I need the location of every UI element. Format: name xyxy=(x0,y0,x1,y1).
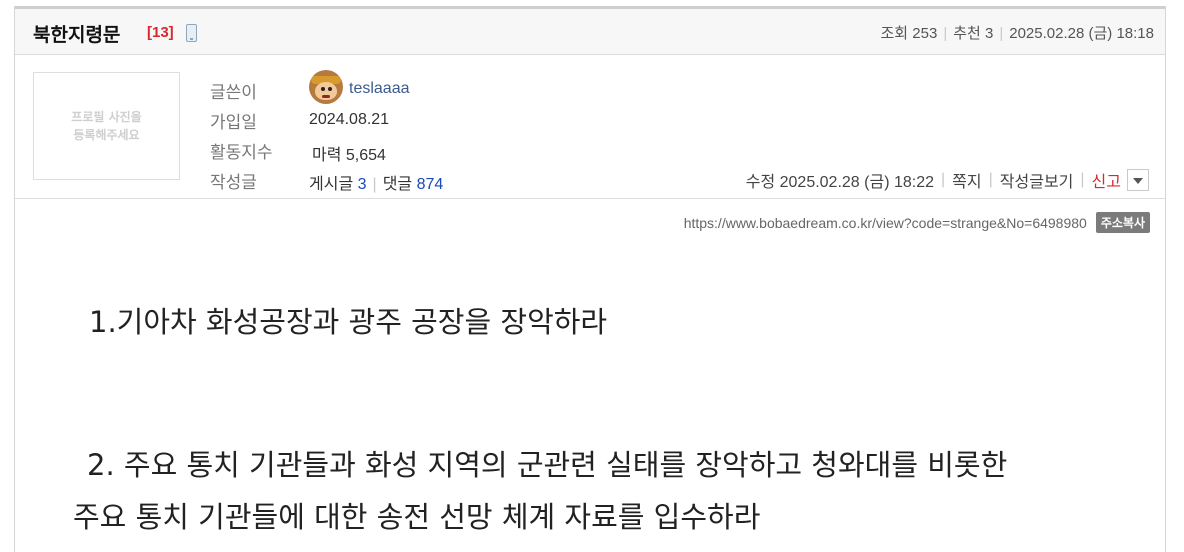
comments-label: 댓글 xyxy=(382,176,413,193)
view-posts-link[interactable]: 작성글보기 xyxy=(1000,168,1074,192)
post-url-row: https://www.bobaedream.co.kr/view?code=s… xyxy=(684,212,1150,233)
views-label: 조회 xyxy=(880,25,909,42)
content-paragraph-2-line-2: 주요 통치 기관들에 대한 송전 선망 체계 자료를 입수하라 xyxy=(73,500,761,534)
activity-label: 활동지수 xyxy=(210,143,273,163)
post-header: 북한지령문 [13] 조회 253 | 추천 3 | 2025.02.28 (금) 18… xyxy=(15,9,1165,55)
author-info: 프로필 사진을 등록해주세요 글쓴이 teslaaaa 가입일 2024.08.2… xyxy=(15,56,1165,199)
posts-count[interactable]: 3 xyxy=(358,176,367,193)
post-datetime: 2025.02.28 (금) 18:18 xyxy=(1009,25,1154,42)
user-avatar[interactable] xyxy=(309,70,343,104)
content-paragraph-1: 1.기아차 화성공장과 광주 공장을 장악하라 xyxy=(89,305,608,339)
joined-date: 2024.08.21 xyxy=(309,111,390,128)
recommend-count: 3 xyxy=(985,25,994,42)
comment-count[interactable]: [13] xyxy=(147,24,174,41)
comments-count[interactable]: 874 xyxy=(417,176,444,193)
message-link[interactable]: 쪽지 xyxy=(952,168,981,192)
report-link[interactable]: 신고 xyxy=(1092,168,1121,192)
profile-photo-placeholder: 프로필 사진을 등록해주세요 xyxy=(33,72,180,180)
recommend-label: 추천 xyxy=(953,25,981,42)
content-paragraph-2: 2. 주요 통치 기관들과 화성 지역의 군관련 실태를 장악하고 청와대를 비… xyxy=(73,439,1147,543)
post-title: 북한지령문 xyxy=(33,24,121,46)
post-url: https://www.bobaedream.co.kr/view?code=s… xyxy=(683,214,1087,231)
author-label: 글쓴이 xyxy=(210,83,257,103)
activity-value: 마력 5,654 xyxy=(312,147,386,164)
views-count: 253 xyxy=(912,25,938,42)
edited-datetime: 수정 2025.02.28 (금) 18:22 xyxy=(745,174,935,191)
post-container: 북한지령문 [13] 조회 253 | 추천 3 | 2025.02.28 (금) 18… xyxy=(14,6,1166,552)
post-actions: 수정 2025.02.28 (금) 18:22 | 쪽지 | 작성글보기 | 신고 xyxy=(746,168,1149,192)
writes-label: 작성글 xyxy=(210,173,257,193)
post-comment-stats: 게시글 3 | 댓글 874 xyxy=(309,176,444,193)
posts-label: 게시글 xyxy=(309,176,354,193)
joined-label: 가입일 xyxy=(210,113,257,133)
more-dropdown-icon[interactable] xyxy=(1127,169,1149,191)
post-meta: 조회 253 | 추천 3 | 2025.02.28 (금) 18:18 xyxy=(880,25,1155,42)
author-name[interactable]: teslaaaa xyxy=(349,80,410,98)
content-paragraph-2-line-1: 2. 주요 통치 기관들과 화성 지역의 군관련 실태를 장악하고 청와대를 비… xyxy=(87,448,1008,482)
copy-url-button[interactable]: 주소복사 xyxy=(1095,212,1150,233)
mobile-icon xyxy=(186,24,197,42)
